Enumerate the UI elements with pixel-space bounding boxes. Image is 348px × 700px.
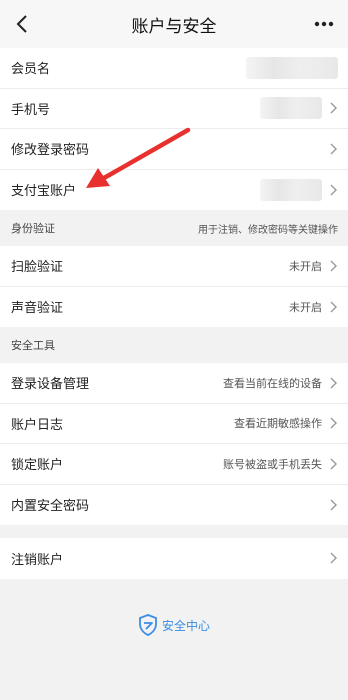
row-builtin-security-password[interactable]: 内置安全密码 <box>0 485 348 526</box>
row-status: 未开启 <box>289 259 322 273</box>
row-label: 支付宝账户 <box>11 184 77 200</box>
shield-icon <box>139 614 157 636</box>
chevron-right-icon <box>330 458 338 470</box>
row-account-log[interactable]: 账户日志 查看近期敏感操作 <box>0 404 348 444</box>
chevron-right-icon <box>330 102 338 114</box>
chevron-right-icon <box>330 143 338 155</box>
identity-section-header: 身份验证 用于注销、修改密码等关键操作 <box>0 210 348 246</box>
blurred-value <box>260 97 322 120</box>
identity-group: 扫脸验证 未开启 声音验证 未开启 <box>0 246 348 327</box>
more-dots-icon <box>314 21 334 27</box>
section-note: 用于注销、修改密码等关键操作 <box>198 224 338 236</box>
blurred-value <box>260 178 322 201</box>
tools-group: 登录设备管理 查看当前在线的设备 账户日志 查看近期敏感操作 锁定账户 账号被盗… <box>0 363 348 525</box>
security-center-link[interactable]: 安全中心 <box>0 614 348 636</box>
chevron-right-icon <box>330 301 338 313</box>
section-title: 身份验证 <box>11 222 55 235</box>
row-hint: 查看当前在线的设备 <box>223 376 322 390</box>
row-label: 内置安全密码 <box>11 499 90 515</box>
row-device-management[interactable]: 登录设备管理 查看当前在线的设备 <box>0 363 348 404</box>
row-label: 手机号 <box>11 102 51 118</box>
chevron-right-icon <box>330 417 338 429</box>
row-label: 修改登录密码 <box>11 143 90 159</box>
row-label: 注销账户 <box>11 552 64 568</box>
more-button[interactable] <box>308 8 340 40</box>
row-label: 锁定账户 <box>11 458 64 474</box>
row-label: 会员名 <box>11 62 51 78</box>
chevron-right-icon <box>330 377 338 389</box>
row-lock-account[interactable]: 锁定账户 账号被盗或手机丢失 <box>0 444 348 485</box>
chevron-left-icon <box>16 15 27 33</box>
row-change-password[interactable]: 修改登录密码 <box>0 129 348 170</box>
page-title: 账户与安全 <box>131 16 217 37</box>
chevron-right-icon <box>330 552 338 564</box>
chevron-right-icon <box>330 260 338 272</box>
blurred-value <box>246 56 338 79</box>
row-face-verify[interactable]: 扫脸验证 未开启 <box>0 246 348 287</box>
row-label: 账户日志 <box>11 417 64 433</box>
row-phone[interactable]: 手机号 <box>0 89 348 129</box>
security-center-text: 安全中心 <box>161 618 210 633</box>
row-member-name[interactable]: 会员名 <box>0 48 348 89</box>
tools-section-header: 安全工具 <box>0 327 348 363</box>
row-alipay-account[interactable]: 支付宝账户 <box>0 170 348 211</box>
row-voice-verify[interactable]: 声音验证 未开启 <box>0 287 348 328</box>
chevron-right-icon <box>330 499 338 511</box>
chevron-right-icon <box>330 184 338 196</box>
row-cancel-account[interactable]: 注销账户 <box>0 538 348 579</box>
row-label: 声音验证 <box>11 301 64 317</box>
row-label: 登录设备管理 <box>11 377 90 393</box>
row-label: 扫脸验证 <box>11 260 64 276</box>
top-nav-bar: 账户与安全 <box>0 0 348 48</box>
cancel-group: 注销账户 <box>0 538 348 579</box>
row-hint: 查看近期敏感操作 <box>234 417 322 431</box>
back-button[interactable] <box>6 8 38 40</box>
row-hint: 账号被盗或手机丢失 <box>223 457 322 471</box>
row-status: 未开启 <box>289 300 322 314</box>
section-title: 安全工具 <box>11 339 55 352</box>
account-group: 会员名 手机号 修改登录密码 支付宝账户 <box>0 48 348 210</box>
